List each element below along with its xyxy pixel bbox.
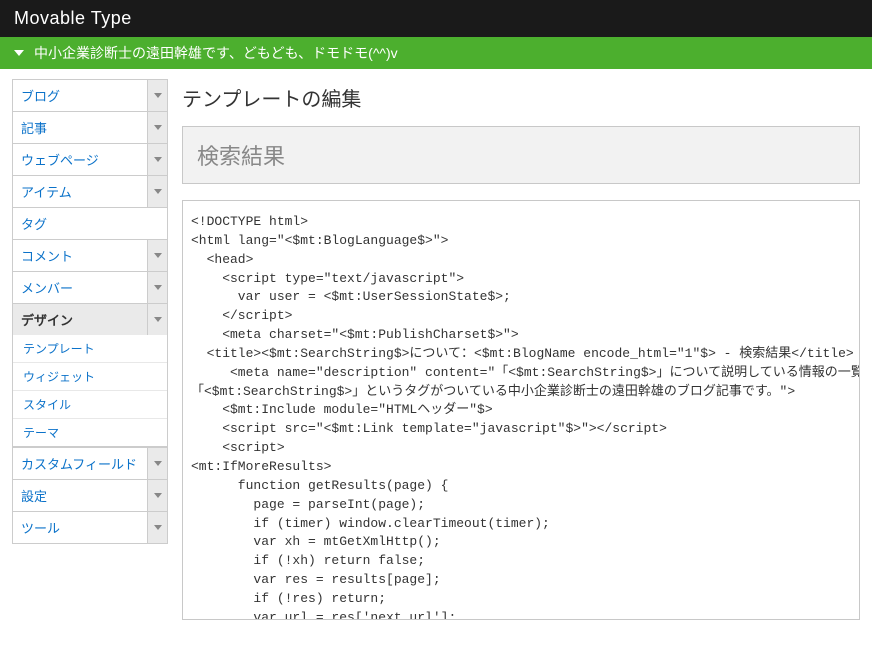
sidebar-item-label: ツール: [13, 512, 147, 543]
template-code-editor[interactable]: <!DOCTYPE html> <html lang="<$mt:BlogLan…: [182, 200, 860, 620]
site-selector-bar[interactable]: 中小企業診断士の遠田幹雄です、どもども、ドモドモ(^^)v: [0, 37, 872, 69]
sidebar-toggle[interactable]: [147, 240, 167, 271]
sidebar-toggle[interactable]: [147, 144, 167, 175]
sidebar-item-label: タグ: [13, 208, 167, 239]
site-name: 中小企業診断士の遠田幹雄です、どもども、ドモドモ(^^)v: [34, 43, 398, 63]
sidebar-subitem-style[interactable]: スタイル: [13, 391, 167, 419]
sidebar-submenu-design: テンプレート ウィジェット スタイル テーマ: [12, 335, 168, 447]
sidebar-item-customfield[interactable]: カスタムフィールド: [12, 447, 168, 479]
sidebar-nav: ブログ 記事 ウェブページ アイテム タグ コメント メンバー デザイン: [12, 79, 168, 620]
sidebar-toggle[interactable]: [147, 512, 167, 543]
app-header: Movable Type: [0, 0, 872, 37]
sidebar-subitem-widget[interactable]: ウィジェット: [13, 363, 167, 391]
chevron-down-icon: [154, 125, 162, 130]
sidebar-subitem-theme[interactable]: テーマ: [13, 419, 167, 446]
chevron-down-icon: [154, 253, 162, 258]
sidebar-item-item[interactable]: アイテム: [12, 175, 168, 207]
chevron-down-icon: [154, 93, 162, 98]
main-content: テンプレートの編集 検索結果 <!DOCTYPE html> <html lan…: [182, 79, 860, 620]
sidebar-item-settings[interactable]: 設定: [12, 479, 168, 511]
sidebar-item-label: ブログ: [13, 80, 147, 111]
sidebar-item-blog[interactable]: ブログ: [12, 79, 168, 111]
sidebar-item-label: ウェブページ: [13, 144, 147, 175]
sidebar-toggle[interactable]: [147, 304, 167, 335]
chevron-down-icon: [154, 189, 162, 194]
sidebar-item-label: メンバー: [13, 272, 147, 303]
sidebar-toggle[interactable]: [147, 176, 167, 207]
sidebar-item-tag[interactable]: タグ: [12, 207, 168, 239]
chevron-down-icon: [154, 285, 162, 290]
app-name: Movable Type: [14, 8, 132, 28]
sidebar-item-label: アイテム: [13, 176, 147, 207]
sidebar-item-design[interactable]: デザイン: [12, 303, 168, 335]
template-name-input[interactable]: 検索結果: [182, 126, 860, 184]
sidebar-item-label: カスタムフィールド: [13, 448, 147, 479]
sidebar-toggle[interactable]: [147, 448, 167, 479]
sidebar-item-webpage[interactable]: ウェブページ: [12, 143, 168, 175]
sidebar-toggle[interactable]: [147, 272, 167, 303]
sidebar-toggle[interactable]: [147, 480, 167, 511]
sidebar-item-member[interactable]: メンバー: [12, 271, 168, 303]
sidebar-item-comment[interactable]: コメント: [12, 239, 168, 271]
chevron-down-icon: [154, 493, 162, 498]
chevron-down-icon: [154, 157, 162, 162]
chevron-down-icon: [154, 461, 162, 466]
sidebar-item-label: コメント: [13, 240, 147, 271]
sidebar-item-label: デザイン: [13, 304, 147, 335]
chevron-down-icon: [154, 317, 162, 322]
sidebar-toggle[interactable]: [147, 112, 167, 143]
dropdown-triangle-icon: [14, 50, 24, 56]
sidebar-item-label: 記事: [13, 112, 147, 143]
chevron-down-icon: [154, 525, 162, 530]
sidebar-item-label: 設定: [13, 480, 147, 511]
sidebar-subitem-template[interactable]: テンプレート: [13, 335, 167, 363]
sidebar-item-entry[interactable]: 記事: [12, 111, 168, 143]
sidebar-item-tools[interactable]: ツール: [12, 511, 168, 544]
sidebar-toggle[interactable]: [147, 80, 167, 111]
page-title: テンプレートの編集: [182, 79, 860, 112]
